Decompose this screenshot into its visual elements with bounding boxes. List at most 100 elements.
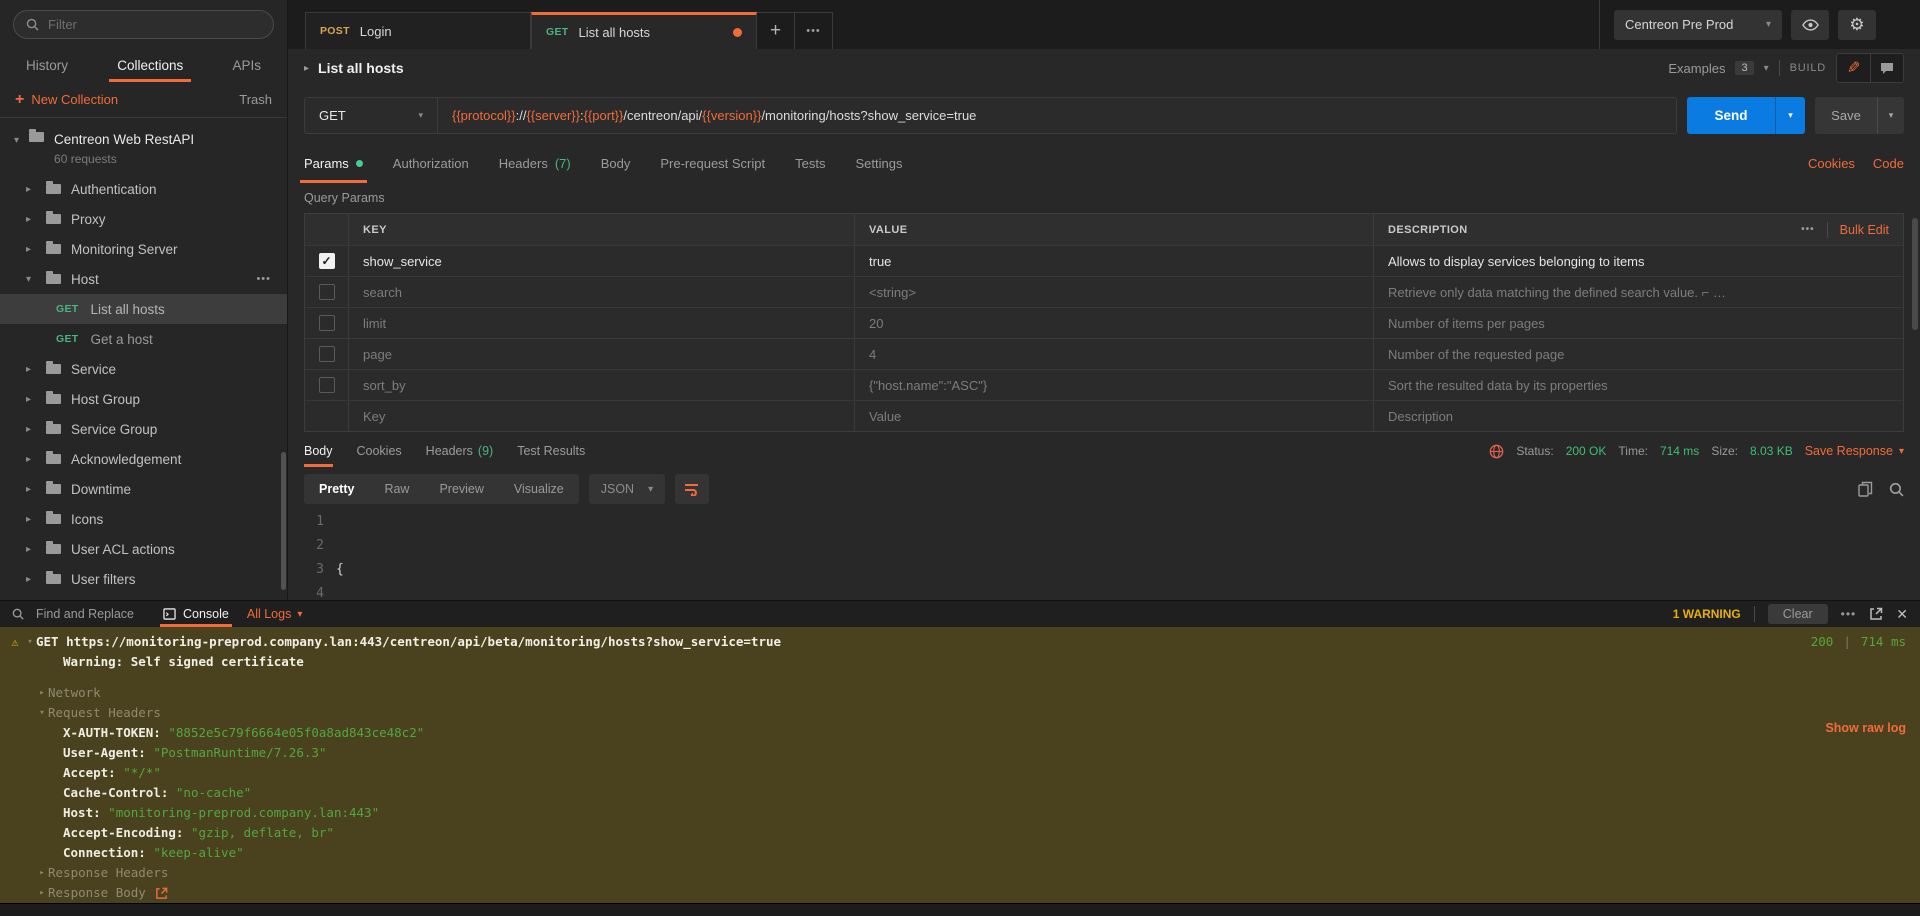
param-description[interactable]: Allows to display services belonging to … xyxy=(1374,246,1903,276)
new-collection-button[interactable]: + New Collection xyxy=(15,92,118,108)
params-scrollbar[interactable] xyxy=(1912,218,1918,330)
param-value[interactable]: true xyxy=(855,246,1374,276)
param-key[interactable]: show_service xyxy=(349,246,855,276)
param-description[interactable]: Sort the resulted data by its properties xyxy=(1374,370,1903,400)
response-tab-test-results[interactable]: Test Results xyxy=(517,435,585,467)
sidebar-request-list-all-hosts[interactable]: GET List all hosts xyxy=(0,294,287,324)
view-tab-visualize[interactable]: Visualize xyxy=(499,474,579,504)
sidebar-item-proxy[interactable]: ▸ Proxy xyxy=(0,204,287,234)
url-input[interactable]: {{protocol}}://{{server}}:{{port}}/centr… xyxy=(437,98,1676,133)
param-value[interactable]: <string> xyxy=(855,277,1374,307)
search-icon[interactable] xyxy=(12,608,24,620)
tab-authorization[interactable]: Authorization xyxy=(393,143,469,183)
edit-mode-button[interactable]: ✎ xyxy=(1837,54,1870,82)
examples-label[interactable]: Examples xyxy=(1668,61,1725,76)
sidebar-item-user-acl-actions[interactable]: ▸ User ACL actions xyxy=(0,534,287,564)
sidebar-item-host[interactable]: ▾ Host ••• xyxy=(0,264,287,294)
row-checkbox[interactable] xyxy=(319,377,335,393)
comments-button[interactable] xyxy=(1870,54,1903,82)
more-options-icon[interactable]: ••• xyxy=(256,273,271,285)
tab-settings[interactable]: Settings xyxy=(855,143,902,183)
sidebar-item-acknowledgement[interactable]: ▸ Acknowledgement xyxy=(0,444,287,474)
environment-settings-button[interactable]: ⚙ xyxy=(1838,10,1876,40)
environment-quicklook-button[interactable] xyxy=(1791,10,1829,40)
param-key[interactable]: page xyxy=(349,339,855,369)
sidebar-item-authentication[interactable]: ▸ Authentication xyxy=(0,174,287,204)
bulk-edit-link[interactable]: Bulk Edit xyxy=(1840,223,1889,237)
row-checkbox[interactable] xyxy=(319,346,335,362)
tab-collections[interactable]: Collections xyxy=(109,48,191,82)
row-checkbox[interactable] xyxy=(319,315,335,331)
response-tab-cookies[interactable]: Cookies xyxy=(357,435,402,467)
sidebar-item-host-group[interactable]: ▸ Host Group xyxy=(0,384,287,414)
sidebar-item-downtime[interactable]: ▸ Downtime xyxy=(0,474,287,504)
console-tab[interactable]: Console xyxy=(160,601,232,627)
tab-body[interactable]: Body xyxy=(601,143,631,183)
sidebar-item-icons[interactable]: ▸ Icons xyxy=(0,504,287,534)
save-options-button[interactable]: ▾ xyxy=(1877,97,1904,134)
sidebar-item-user-filters[interactable]: ▸ User filters xyxy=(0,564,287,594)
sidebar-request-get-a-host[interactable]: GET Get a host xyxy=(0,324,287,354)
console-log[interactable]: ⚠ ▾ GET https://monitoring-preprod.compa… xyxy=(0,627,1920,903)
tab-apis[interactable]: APIs xyxy=(224,48,269,82)
clear-console-button[interactable]: Clear xyxy=(1768,604,1828,624)
new-tab-button[interactable]: + xyxy=(757,12,795,49)
environment-select[interactable]: Centreon Pre Prod ▾ xyxy=(1614,10,1782,40)
tab-headers[interactable]: Headers (7) xyxy=(499,143,571,183)
show-raw-log-link[interactable]: Show raw log xyxy=(1825,718,1906,738)
response-body-editor[interactable]: 1 2 3 4 { "result": [ { "id": 174, xyxy=(288,508,1920,600)
param-key-placeholder[interactable]: Key xyxy=(349,401,855,431)
save-response-button[interactable]: Save Response ▾ xyxy=(1805,444,1904,458)
send-options-button[interactable]: ▾ xyxy=(1775,97,1805,134)
sidebar-item-service-group[interactable]: ▸ Service Group xyxy=(0,414,287,444)
trash-button[interactable]: Trash xyxy=(239,92,272,107)
param-description[interactable]: Retrieve only data matching the defined … xyxy=(1374,277,1903,307)
all-logs-filter[interactable]: All Logs ▾ xyxy=(247,607,303,621)
save-button[interactable]: Save xyxy=(1815,97,1877,134)
param-description[interactable]: Number of the requested page xyxy=(1374,339,1903,369)
console-section-response-body[interactable]: ▸ Response Body xyxy=(0,883,1920,903)
response-tab-body[interactable]: Body xyxy=(304,435,333,467)
param-value[interactable]: {"host.name":"ASC"} xyxy=(855,370,1374,400)
code-link[interactable]: Code xyxy=(1873,156,1904,171)
tab-tests[interactable]: Tests xyxy=(795,143,825,183)
sidebar-scrollbar[interactable] xyxy=(281,452,286,590)
param-key[interactable]: limit xyxy=(349,308,855,338)
tab-prerequest-script[interactable]: Pre-request Script xyxy=(660,143,765,183)
collection-root[interactable]: ▾ Centreon Web RestAPI 60 requests xyxy=(0,124,287,174)
console-section-response-headers[interactable]: ▸ Response Headers xyxy=(0,863,1920,883)
table-options-icon[interactable]: ••• xyxy=(1801,224,1815,235)
open-in-new-icon[interactable] xyxy=(1869,607,1883,621)
caret-down-icon[interactable]: ▾ xyxy=(14,135,19,146)
caret-right-icon[interactable]: ▸ xyxy=(304,63,309,74)
param-description[interactable]: Number of items per pages xyxy=(1374,308,1903,338)
tab-params[interactable]: Params xyxy=(304,143,363,183)
close-console-icon[interactable]: ✕ xyxy=(1896,606,1908,623)
param-description-placeholder[interactable]: Description xyxy=(1374,401,1903,431)
format-select[interactable]: JSON ▾ xyxy=(589,474,665,504)
sidebar-item-service[interactable]: ▸ Service xyxy=(0,354,287,384)
row-checkbox[interactable]: ✓ xyxy=(319,253,335,269)
search-response-icon[interactable] xyxy=(1889,482,1904,497)
param-key[interactable]: search xyxy=(349,277,855,307)
console-section-request-headers[interactable]: ▾ Request Headers xyxy=(0,703,1920,723)
param-value[interactable]: 20 xyxy=(855,308,1374,338)
find-and-replace-button[interactable]: Find and Replace xyxy=(33,601,137,627)
tab-history[interactable]: History xyxy=(18,48,76,82)
view-tab-preview[interactable]: Preview xyxy=(424,474,498,504)
wrap-text-button[interactable] xyxy=(675,474,709,504)
request-tab-login[interactable]: POST Login xyxy=(305,12,531,49)
param-key[interactable]: sort_by xyxy=(349,370,855,400)
response-tab-headers[interactable]: Headers (9) xyxy=(426,435,494,467)
view-tab-raw[interactable]: Raw xyxy=(369,474,424,504)
param-value-placeholder[interactable]: Value xyxy=(855,401,1374,431)
console-section-network[interactable]: ▸ Network xyxy=(0,683,1920,703)
row-checkbox[interactable] xyxy=(319,284,335,300)
filter-box[interactable] xyxy=(13,10,274,39)
console-options-icon[interactable]: ••• xyxy=(1841,607,1857,621)
sidebar-item-monitoring-server[interactable]: ▸ Monitoring Server xyxy=(0,234,287,264)
chevron-down-icon[interactable]: ▾ xyxy=(1764,63,1769,74)
method-select[interactable]: GET ▾ xyxy=(305,98,437,133)
send-button[interactable]: Send xyxy=(1687,97,1775,134)
filter-input[interactable] xyxy=(48,17,261,32)
